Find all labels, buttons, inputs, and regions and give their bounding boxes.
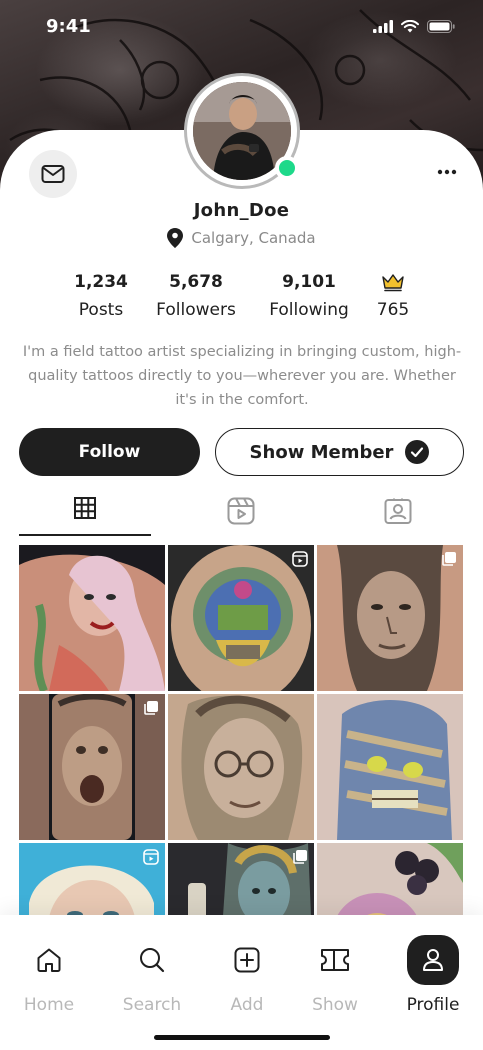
user-icon bbox=[388, 935, 478, 985]
grid-icon bbox=[74, 497, 96, 519]
multi-image-icon bbox=[292, 849, 308, 869]
nav-label: Show bbox=[312, 995, 358, 1015]
avatar[interactable] bbox=[184, 73, 300, 189]
message-button[interactable] bbox=[29, 150, 77, 198]
post-tile[interactable] bbox=[168, 545, 314, 691]
location: Calgary, Canada bbox=[0, 228, 483, 248]
check-circle-icon bbox=[405, 440, 430, 464]
stat-following[interactable]: 9,101 Following bbox=[262, 272, 356, 320]
add-icon bbox=[202, 935, 292, 985]
online-status-indicator bbox=[275, 156, 299, 180]
nav-search[interactable]: Search bbox=[107, 935, 197, 1015]
post-tile[interactable] bbox=[317, 545, 463, 691]
stat-followers[interactable]: 5,678 Followers bbox=[151, 272, 241, 320]
stat-posts[interactable]: 1,234 Posts bbox=[61, 272, 141, 320]
home-indicator bbox=[154, 1035, 330, 1040]
nav-profile[interactable]: Profile bbox=[388, 935, 478, 1015]
status-time: 9:41 bbox=[46, 16, 91, 37]
signal-icon bbox=[373, 20, 393, 33]
stat-label: Followers bbox=[156, 300, 236, 320]
search-icon bbox=[107, 935, 197, 985]
reel-icon bbox=[292, 551, 308, 571]
post-tile[interactable] bbox=[19, 843, 165, 915]
nav-home[interactable]: Home bbox=[4, 935, 94, 1015]
content-tabs bbox=[19, 494, 464, 536]
nav-show[interactable]: Show bbox=[290, 935, 380, 1015]
stat-value: 9,101 bbox=[282, 272, 336, 292]
battery-icon bbox=[427, 20, 455, 33]
nav-add[interactable]: Add bbox=[202, 935, 292, 1015]
bio-text: I'm a field tattoo artist specializing i… bbox=[22, 344, 462, 408]
wifi-icon bbox=[401, 20, 419, 33]
nav-label: Profile bbox=[406, 995, 460, 1015]
stat-label: 765 bbox=[376, 300, 410, 320]
bottom-navigation: Home Search Add Show Profile bbox=[0, 915, 483, 1050]
post-tile[interactable] bbox=[19, 694, 165, 840]
stat-points[interactable]: 765 bbox=[366, 272, 420, 320]
location-text: Calgary, Canada bbox=[191, 229, 316, 247]
reel-icon bbox=[143, 849, 159, 869]
post-tile[interactable] bbox=[317, 694, 463, 840]
status-icons bbox=[373, 20, 455, 33]
post-tile[interactable] bbox=[317, 843, 463, 915]
nav-label: Search bbox=[122, 995, 182, 1015]
multi-image-icon bbox=[143, 700, 159, 720]
multi-image-icon bbox=[441, 551, 457, 571]
active-tab-indicator bbox=[19, 534, 151, 536]
post-tile[interactable] bbox=[168, 694, 314, 840]
tagged-icon bbox=[384, 498, 412, 524]
post-tile[interactable] bbox=[19, 545, 165, 691]
nav-label: Add bbox=[230, 995, 264, 1015]
ticket-icon bbox=[290, 935, 380, 985]
tab-tagged[interactable] bbox=[332, 494, 464, 536]
tab-posts-grid[interactable] bbox=[19, 494, 151, 536]
home-icon bbox=[4, 935, 94, 985]
posts-grid bbox=[19, 545, 464, 915]
show-member-label: Show Member bbox=[249, 441, 394, 463]
tab-reels[interactable] bbox=[175, 494, 307, 536]
more-options-button[interactable] bbox=[433, 160, 461, 184]
stat-label: Following bbox=[269, 300, 349, 320]
username: John_Doe bbox=[193, 200, 290, 221]
mail-icon bbox=[41, 165, 65, 183]
crown-icon bbox=[366, 272, 420, 296]
stat-value: 1,234 bbox=[74, 272, 128, 292]
reels-icon bbox=[227, 497, 255, 525]
nav-label: Home bbox=[23, 995, 75, 1015]
more-horizontal-icon bbox=[437, 169, 457, 175]
stat-value: 5,678 bbox=[169, 272, 223, 292]
stats-row: 1,234 Posts 5,678 Followers 9,101 Follow… bbox=[0, 272, 483, 332]
post-tile[interactable] bbox=[168, 843, 314, 915]
location-pin-icon bbox=[167, 228, 184, 248]
status-bar: 9:41 bbox=[0, 0, 483, 56]
follow-button[interactable]: Follow bbox=[19, 428, 200, 476]
stat-label: Posts bbox=[78, 300, 124, 320]
show-member-button[interactable]: Show Member bbox=[215, 428, 464, 476]
